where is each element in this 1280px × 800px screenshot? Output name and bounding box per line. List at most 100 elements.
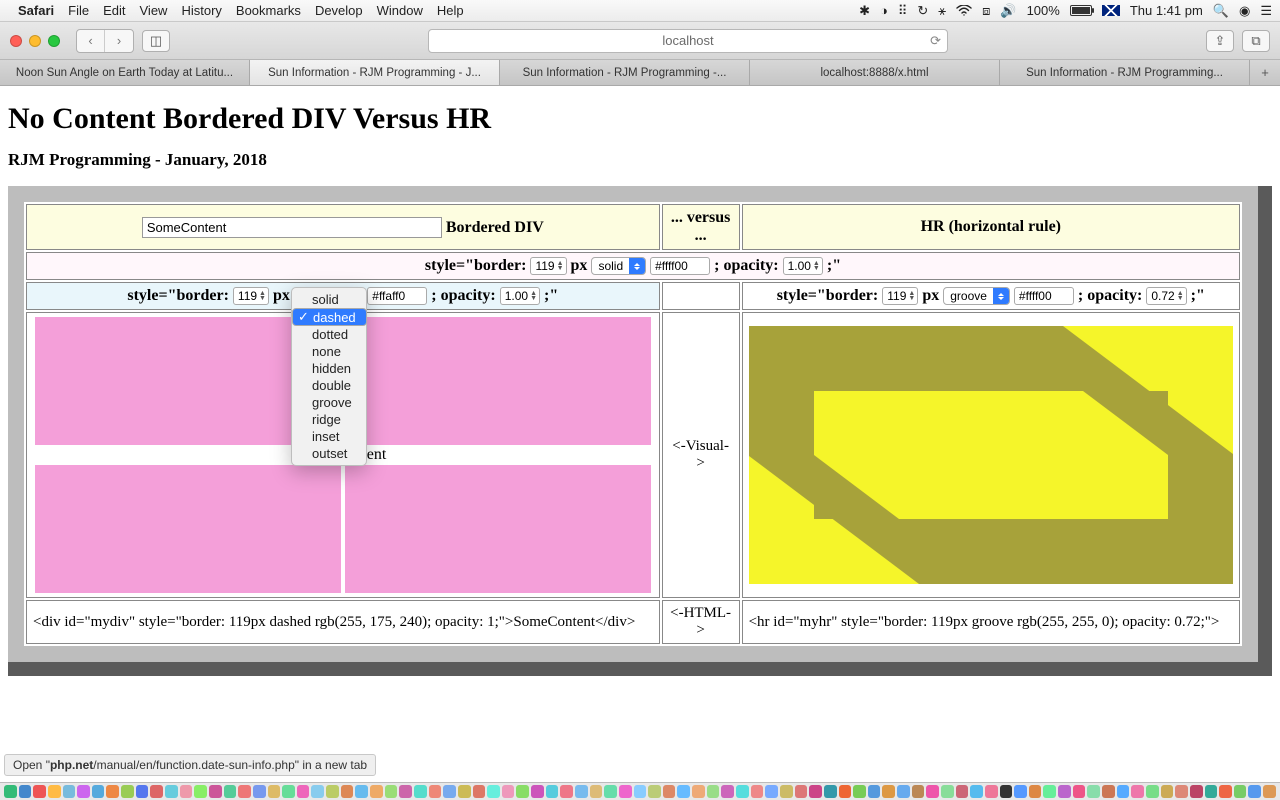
dock-app-icon[interactable] <box>77 785 90 798</box>
dock-app-icon[interactable] <box>970 785 983 798</box>
dock-app-icon[interactable] <box>1087 785 1100 798</box>
dock-app-icon[interactable] <box>795 785 808 798</box>
dock-app-icon[interactable] <box>487 785 500 798</box>
dock-app-icon[interactable] <box>1175 785 1188 798</box>
browser-tab[interactable]: Sun Information - RJM Programming... <box>1000 60 1250 85</box>
opacity-input[interactable]: 1.00▲▼ <box>783 257 823 275</box>
dock-app-icon[interactable] <box>721 785 734 798</box>
border-color-input[interactable] <box>367 287 427 305</box>
dock-app-icon[interactable] <box>619 785 632 798</box>
dock-app-icon[interactable] <box>121 785 134 798</box>
content-input[interactable] <box>142 217 442 238</box>
dropdown-option[interactable]: solid <box>292 291 366 308</box>
menu-history[interactable]: History <box>181 3 221 18</box>
opacity-input[interactable]: 1.00▲▼ <box>500 287 540 305</box>
status-icon[interactable]: ✱ <box>859 3 870 19</box>
dock-app-icon[interactable] <box>1102 785 1115 798</box>
wifi-icon[interactable] <box>956 5 972 17</box>
dock-app-icon[interactable] <box>897 785 910 798</box>
dock-app-icon[interactable] <box>765 785 778 798</box>
volume-icon[interactable]: 🔊 <box>1000 3 1016 19</box>
menu-develop[interactable]: Develop <box>315 3 363 18</box>
reload-icon[interactable]: ⟳ <box>930 33 941 49</box>
border-width-input[interactable]: 119▲▼ <box>882 287 918 305</box>
dock-app-icon[interactable] <box>1058 785 1071 798</box>
dropdown-option[interactable]: hidden <box>292 360 366 377</box>
dropdown-option[interactable]: double <box>292 377 366 394</box>
dock-app-icon[interactable] <box>194 785 207 798</box>
dock-app-icon[interactable] <box>634 785 647 798</box>
dock-app-icon[interactable] <box>868 785 881 798</box>
new-tab-button[interactable]: + <box>1250 60 1280 85</box>
dock-app-icon[interactable] <box>1014 785 1027 798</box>
status-icon[interactable]: ◑ <box>880 3 888 18</box>
border-color-input[interactable] <box>1014 287 1074 305</box>
dock-app-icon[interactable] <box>824 785 837 798</box>
forward-button[interactable]: › <box>105 30 133 52</box>
dropdown-option[interactable]: dotted <box>292 326 366 343</box>
dock-app-icon[interactable] <box>956 785 969 798</box>
dock-app-icon[interactable] <box>165 785 178 798</box>
dock-app-icon[interactable] <box>4 785 17 798</box>
battery-icon[interactable] <box>1070 5 1092 16</box>
close-window-button[interactable] <box>10 35 22 47</box>
dock-app-icon[interactable] <box>736 785 749 798</box>
dock-app-icon[interactable] <box>1000 785 1013 798</box>
dock-app-icon[interactable] <box>751 785 764 798</box>
dock-app-icon[interactable] <box>443 785 456 798</box>
border-color-input[interactable] <box>650 257 710 275</box>
dock-app-icon[interactable] <box>780 785 793 798</box>
tabs-button[interactable]: ⧉ <box>1242 30 1270 52</box>
dock-app-icon[interactable] <box>63 785 76 798</box>
dock-app-icon[interactable] <box>604 785 617 798</box>
dock-app-icon[interactable] <box>663 785 676 798</box>
dock-app-icon[interactable] <box>399 785 412 798</box>
browser-tab[interactable]: localhost:8888/x.html <box>750 60 1000 85</box>
dock-app-icon[interactable] <box>853 785 866 798</box>
dropdown-option[interactable]: none <box>292 343 366 360</box>
dock-app-icon[interactable] <box>590 785 603 798</box>
dock-app-icon[interactable] <box>429 785 442 798</box>
sidebar-button[interactable]: ◫ <box>142 30 170 52</box>
flag-icon[interactable] <box>1102 5 1120 16</box>
dock-app-icon[interactable] <box>546 785 559 798</box>
dock-app-icon[interactable] <box>370 785 383 798</box>
dock-app-icon[interactable] <box>48 785 61 798</box>
menu-view[interactable]: View <box>140 3 168 18</box>
dock-app-icon[interactable] <box>33 785 46 798</box>
clock-icon[interactable]: ↻ <box>917 3 928 19</box>
dropdown-option[interactable]: inset <box>292 428 366 445</box>
dock-app-icon[interactable] <box>882 785 895 798</box>
dock-app-icon[interactable] <box>912 785 925 798</box>
dock-app-icon[interactable] <box>282 785 295 798</box>
border-style-dropdown[interactable]: soliddasheddottednonehiddendoublegroover… <box>291 287 367 466</box>
dock-app-icon[interactable] <box>1131 785 1144 798</box>
dock-app-icon[interactable] <box>809 785 822 798</box>
dock-app-icon[interactable] <box>692 785 705 798</box>
zoom-window-button[interactable] <box>48 35 60 47</box>
dock-app-icon[interactable] <box>458 785 471 798</box>
share-button[interactable]: ⇪ <box>1206 30 1234 52</box>
menu-window[interactable]: Window <box>377 3 423 18</box>
menu-help[interactable]: Help <box>437 3 464 18</box>
dock-app-icon[interactable] <box>516 785 529 798</box>
dock-app-icon[interactable] <box>1161 785 1174 798</box>
dock-app-icon[interactable] <box>1146 785 1159 798</box>
dock-app-icon[interactable] <box>985 785 998 798</box>
dock-app-icon[interactable] <box>648 785 661 798</box>
dock-app-icon[interactable] <box>311 785 324 798</box>
dock-app-icon[interactable] <box>1205 785 1218 798</box>
dropdown-option[interactable]: ridge <box>292 411 366 428</box>
dock-app-icon[interactable] <box>575 785 588 798</box>
browser-tab[interactable]: Noon Sun Angle on Earth Today at Latitu.… <box>0 60 250 85</box>
dock-app-icon[interactable] <box>136 785 149 798</box>
dock-app-icon[interactable] <box>707 785 720 798</box>
menu-edit[interactable]: Edit <box>103 3 125 18</box>
border-width-input[interactable]: 119▲▼ <box>233 287 269 305</box>
status-icon[interactable]: ⠿ <box>898 3 908 19</box>
dock-app-icon[interactable] <box>677 785 690 798</box>
dock-app-icon[interactable] <box>1190 785 1203 798</box>
dock-app-icon[interactable] <box>209 785 222 798</box>
spotlight-icon[interactable]: 🔍 <box>1213 3 1229 19</box>
dock-app-icon[interactable] <box>92 785 105 798</box>
